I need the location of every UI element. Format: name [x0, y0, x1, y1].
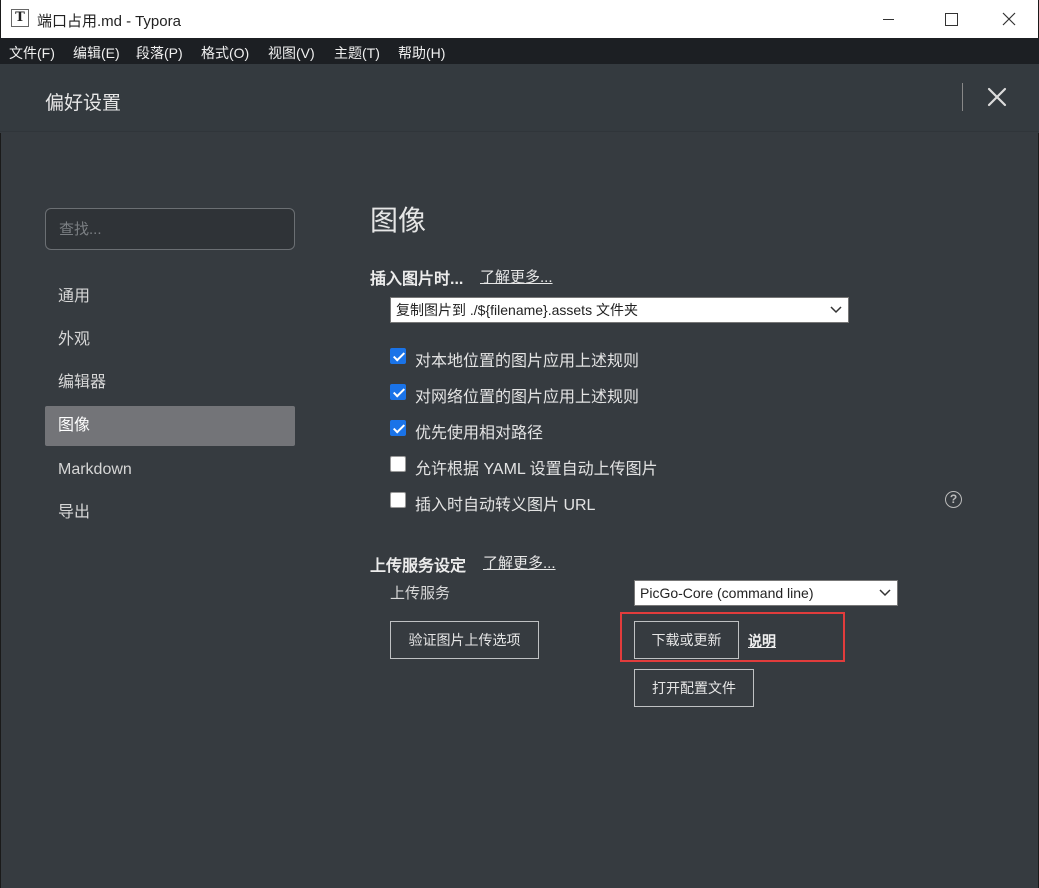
- menu-view[interactable]: 视图(V): [268, 43, 315, 63]
- menu-format[interactable]: 格式(O): [201, 43, 249, 63]
- preferences-title: 偏好设置: [45, 93, 122, 114]
- help-icon[interactable]: ?: [945, 491, 962, 508]
- maximize-button[interactable]: [927, 0, 973, 38]
- upload-service-field-label: 上传服务: [390, 585, 451, 602]
- header-divider: [962, 83, 963, 111]
- nav-item-image[interactable]: 图像: [45, 406, 295, 446]
- menu-edit[interactable]: 编辑(E): [73, 43, 120, 63]
- menu-paragraph[interactable]: 段落(P): [136, 43, 183, 63]
- insert-image-action-value: 复制图片到 ./${filename}.assets 文件夹: [396, 302, 638, 318]
- insert-image-label: 插入图片时...: [370, 271, 464, 288]
- nav-item-export[interactable]: 导出: [45, 493, 295, 533]
- upload-service-label: 上传服务设定: [370, 558, 467, 575]
- chevron-down-icon: [879, 589, 891, 597]
- insert-image-action-select[interactable]: 复制图片到 ./${filename}.assets 文件夹: [390, 297, 849, 323]
- checkbox-label: 允许根据 YAML 设置自动上传图片: [415, 461, 658, 478]
- section-title: 图像: [370, 205, 427, 236]
- checkbox-label: 对本地位置的图片应用上述规则: [415, 353, 640, 370]
- verify-upload-button[interactable]: 验证图片上传选项: [390, 621, 539, 659]
- chevron-down-icon: [830, 306, 842, 314]
- checkbox-label: 对网络位置的图片应用上述规则: [415, 389, 640, 406]
- nav-item-editor[interactable]: 编辑器: [45, 363, 295, 403]
- window-title: 端口占用.md - Typora: [37, 13, 181, 30]
- close-window-button[interactable]: [986, 0, 1032, 38]
- close-icon: [1002, 12, 1016, 26]
- checkbox-yaml-upload[interactable]: [390, 456, 406, 472]
- checkbox-local-images[interactable]: [390, 348, 406, 364]
- checkbox-relative-path[interactable]: [390, 420, 406, 436]
- checkbox-escape-url[interactable]: [390, 492, 406, 508]
- menu-help[interactable]: 帮助(H): [398, 43, 445, 63]
- upload-service-value: PicGo-Core (command line): [640, 585, 814, 601]
- upload-service-select[interactable]: PicGo-Core (command line): [634, 580, 898, 606]
- nav-item-appearance[interactable]: 外观: [45, 320, 295, 360]
- checkbox-label: 插入时自动转义图片 URL: [415, 497, 596, 514]
- minimize-button[interactable]: [865, 0, 911, 38]
- nav-item-general[interactable]: 通用: [45, 277, 295, 317]
- menu-file[interactable]: 文件(F): [9, 43, 55, 63]
- open-config-button[interactable]: 打开配置文件: [634, 669, 754, 707]
- close-preferences-icon[interactable]: [986, 86, 1008, 108]
- typora-app-icon: T: [11, 9, 29, 27]
- checkbox-network-images[interactable]: [390, 384, 406, 400]
- learn-more-link[interactable]: 了解更多...: [480, 266, 553, 287]
- nav-item-markdown[interactable]: Markdown: [45, 450, 295, 490]
- title-bar: T 端口占用.md - Typora: [0, 0, 1039, 38]
- menu-theme[interactable]: 主题(T): [334, 43, 380, 63]
- menu-bar: 文件(F) 编辑(E) 段落(P) 格式(O) 视图(V) 主题(T) 帮助(H…: [0, 38, 1039, 64]
- upload-learn-more-link[interactable]: 了解更多...: [483, 552, 556, 573]
- preferences-header: 偏好设置: [0, 64, 1039, 132]
- checkbox-label: 优先使用相对路径: [415, 425, 544, 442]
- search-input[interactable]: [45, 208, 295, 250]
- highlight-annotation-box: [620, 612, 845, 662]
